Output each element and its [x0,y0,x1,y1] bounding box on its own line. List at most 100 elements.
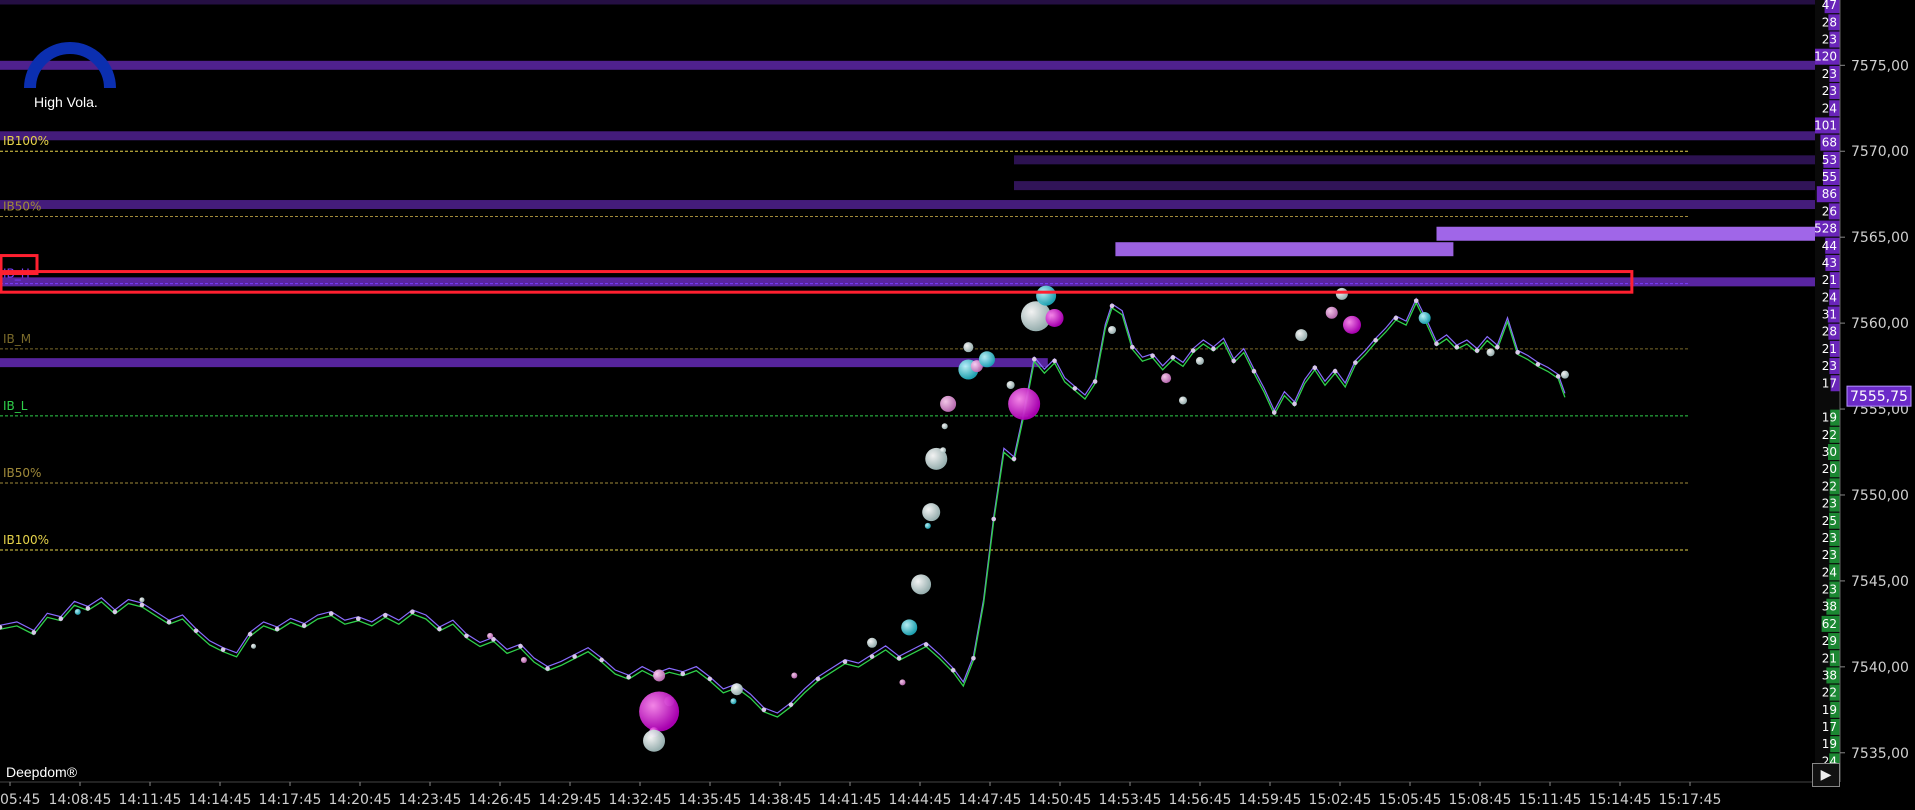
price-axis-label: 7535,00 [1851,746,1909,762]
time-axis-label: 15:17:45 [1659,792,1722,808]
trade-dot [518,643,523,649]
trade-dot [1292,401,1297,407]
trade-dot [247,631,253,637]
trade-bubble [1045,308,1064,327]
dom-size-label: 22 [1822,428,1837,442]
trade-dot [1393,315,1399,321]
ib-level-label: IB50% [3,466,41,480]
time-axis-label: 14:35:45 [679,792,742,808]
dom-size-label: 86 [1822,187,1837,201]
time-axis-label: 14:32:45 [609,792,672,808]
trade-dot [788,702,794,707]
heatmap-band [1115,242,1454,257]
trade-bubble [1195,356,1204,365]
time-axis-label: 14:38:45 [749,792,812,808]
trade-bubble [940,447,947,454]
trade-dot [680,671,686,677]
ib-level-label: IB_L [3,399,28,413]
trade-bubble [639,691,680,732]
dom-size-label: 26 [1822,204,1837,218]
time-axis-label: 15:05:45 [1379,792,1442,808]
trade-bubble [730,698,737,705]
trade-dot [1109,303,1115,309]
time-axis-label: 14:14:45 [189,792,252,808]
trade-dot [1332,368,1338,374]
dom-size-label: 25 [1822,514,1837,528]
trade-dot [572,654,577,659]
time-axis-label: 14:56:45 [1169,792,1232,808]
dom-size-label: 38 [1822,600,1837,614]
ib-level-label: IB100% [3,533,49,547]
trade-bubble [487,632,494,639]
trade-dot [464,633,469,639]
play-button[interactable]: ▶ [1812,763,1840,787]
dom-size-label: 24 [1822,101,1837,115]
trade-dot [842,659,848,664]
trade-dot [869,654,875,659]
price-axis-label: 7560,00 [1851,316,1909,332]
dom-size-label: 62 [1822,617,1837,631]
trade-dot [328,611,334,616]
trade-dot [1495,344,1500,350]
trade-bubble [922,503,941,522]
dom-size-label: 28 [1822,15,1837,29]
time-axis-label: 14:23:45 [399,792,462,808]
time-axis-label: 14:41:45 [819,792,882,808]
price-axis-label: 7540,00 [1851,660,1909,676]
ib-level-label: IB100% [3,134,49,148]
dom-size-label: 23 [1822,359,1837,373]
trade-bubble [1161,373,1172,384]
time-axis-label: 14:59:45 [1239,792,1302,808]
trade-dot [1052,358,1057,364]
time-axis-label: 14:50:45 [1029,792,1092,808]
trade-dot [761,707,767,713]
trade-dot [355,616,361,622]
dom-size-label: 31 [1822,308,1837,322]
trade-bubble [139,597,145,603]
dom-size-label: 24 [1822,290,1837,304]
dom-size-label: 22 [1822,479,1837,493]
dom-size-label: 28 [1822,325,1837,339]
trade-dot [193,628,199,634]
trade-dot [410,609,415,615]
trade-bubble [791,672,798,679]
dom-size-label: 38 [1822,668,1837,682]
last-price-label: 7555,75 [1850,389,1908,405]
trade-dot [545,666,550,671]
price-axis-label: 7570,00 [1851,144,1909,160]
trade-dot [1312,365,1318,371]
trade-dot [1130,344,1135,350]
heatmap-band [0,358,1048,368]
trade-dot [815,676,821,682]
heatmap-band [0,277,1815,287]
orderflow-chart: IB100%IB50%IB_HIB_MIB_LIB50%IB100%472823… [0,0,1912,808]
ib-level-label: IB50% [3,200,41,214]
price-axis-label: 7565,00 [1851,230,1909,246]
dom-size-label: 528 [1814,222,1837,236]
time-axis-label: 15:08:45 [1449,792,1512,808]
ib-level-label: IB_M [3,332,31,346]
time-axis-label: 14:17:45 [259,792,322,808]
time-axis-label: 15:11:45 [1519,792,1582,808]
trade-dot [1454,344,1460,350]
trade-dot [1150,353,1155,359]
trade-bubble [730,683,743,696]
trade-bubble [1179,396,1187,405]
dom-size-label: 20 [1822,462,1837,476]
heatmap-band [1436,226,1815,241]
heatmap-band [1014,181,1815,191]
trade-bubble [963,342,974,353]
trade-bubble [901,619,918,636]
dom-size-label: 21 [1822,651,1837,665]
dom-size-label: 101 [1814,118,1837,132]
trade-dot [1190,348,1196,353]
trade-dot [1555,374,1561,379]
dom-size-label: 68 [1822,136,1837,150]
trade-bubble [653,669,666,682]
trade-bubble [1006,380,1015,389]
time-axis-label: 15:14:45 [1589,792,1652,808]
trade-dot [166,619,172,625]
trade-dot [1251,368,1257,374]
dom-size-label: 19 [1822,411,1837,425]
trade-bubble [941,423,948,430]
